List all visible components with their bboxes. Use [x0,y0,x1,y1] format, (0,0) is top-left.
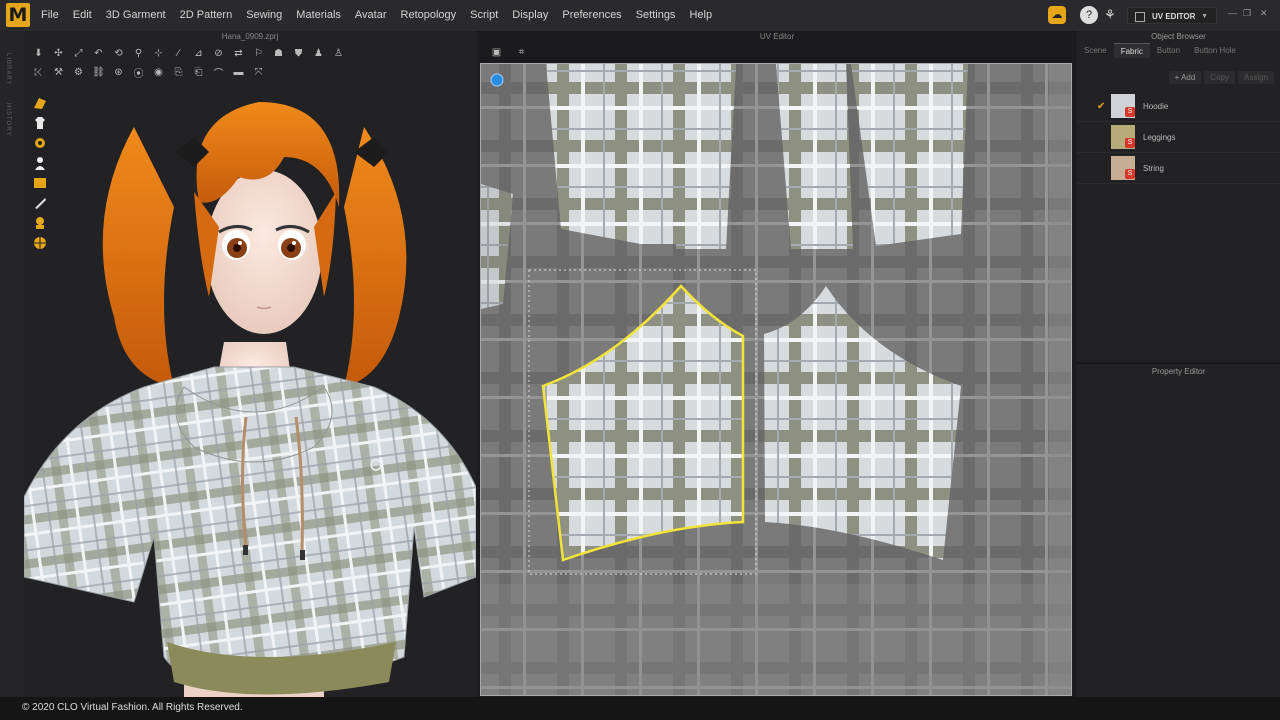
uv-layout[interactable] [481,64,1072,696]
uv-canvas[interactable] [480,63,1072,696]
fabric-actions: + Add Copy Assign [1168,71,1274,84]
list-item[interactable]: S String [1077,153,1280,184]
object-browser-tabs: Scene Fabric Button Button Hole [1077,43,1280,58]
list-item[interactable]: ✔ S Hoodie [1077,91,1280,122]
chevron-down-icon: ▼ [1201,13,1208,20]
fabric-name: Leggings [1143,132,1176,142]
menu-display[interactable]: Display [505,0,555,31]
close-icon[interactable]: ✕ [1260,8,1268,19]
tab-button-hole[interactable]: Button Hole [1187,43,1243,58]
substance-icon: S [1125,107,1135,117]
menu-materials[interactable]: Materials [289,0,348,31]
mode-label: UV EDITOR [1152,12,1196,21]
history-tab[interactable]: HISTORY [5,103,11,136]
uv-status-icon [490,73,504,87]
menu-edit[interactable]: Edit [66,0,99,31]
menu-avatar[interactable]: Avatar [348,0,394,31]
uv-snapshot-icon[interactable]: ⌗ [513,45,530,60]
uv-editor-title: UV Editor [759,32,795,41]
substance-icon: S [1125,169,1135,179]
mode-selector[interactable]: UV EDITOR ▼ [1127,7,1217,24]
object-browser: Object Browser Scene Fabric Button Butto… [1077,31,1280,361]
uv-editor-icon [1135,12,1145,22]
file-title: Hana_0909.zprj [221,32,279,41]
tab-scene[interactable]: Scene [1077,43,1114,58]
add-fabric-button[interactable]: + Add [1168,71,1202,84]
uv-toolbar: ▣ ⌗ [488,45,530,60]
uv-transform-icon[interactable]: ▣ [488,45,505,60]
tab-fabric[interactable]: Fabric [1113,43,1150,58]
cloud-icon[interactable]: ☁ [1048,6,1066,24]
tab-button[interactable]: Button [1150,43,1187,58]
fabric-list: ✔ S Hoodie S Leggings S String [1077,91,1280,184]
side-dock: LIBRARY HISTORY [0,31,25,697]
library-tab[interactable]: LIBRARY [5,53,11,86]
restore-icon[interactable]: ❐ [1243,8,1251,19]
fabric-name: Hoodie [1143,101,1169,111]
fabric-swatch: S [1111,156,1135,180]
avatar-render[interactable] [24,57,476,697]
copyright-text: © 2020 CLO Virtual Fashion. All Rights R… [22,702,243,713]
main-menu: File Edit 3D Garment 2D Pattern Sewing M… [34,0,719,31]
footer: © 2020 CLO Virtual Fashion. All Rights R… [0,697,1280,720]
3d-viewport[interactable]: Hana_0909.zprj ⬇ ✣ ⤢ ↶ ⟲ ⚲ ⊹ ∕ ⊿ ⊘ ⇄ ⚐ ☗… [24,31,476,697]
menu-help[interactable]: Help [682,0,719,31]
hanger-icon[interactable]: ⚘ [1101,6,1119,24]
menu-2d-pattern[interactable]: 2D Pattern [173,0,240,31]
fabric-swatch: S [1111,94,1135,118]
assign-fabric-button[interactable]: Assign [1237,71,1274,84]
help-icon[interactable]: ? [1080,6,1098,24]
menu-3d-garment[interactable]: 3D Garment [99,0,173,31]
fabric-name: String [1143,163,1164,173]
menu-preferences[interactable]: Preferences [555,0,628,31]
fabric-swatch: S [1111,125,1135,149]
menu-settings[interactable]: Settings [629,0,683,31]
minimize-icon[interactable]: — [1228,8,1237,18]
menu-bar: M File Edit 3D Garment 2D Pattern Sewing… [0,0,1280,32]
copy-fabric-button[interactable]: Copy [1204,71,1235,84]
menu-retopology[interactable]: Retopology [394,0,464,31]
checkmark-icon: ✔ [1097,100,1106,112]
menu-file[interactable]: File [34,0,66,31]
object-browser-title: Object Browser [1151,32,1206,41]
menu-script[interactable]: Script [463,0,505,31]
property-editor-title: Property Editor [1151,367,1206,376]
substance-icon: S [1125,138,1135,148]
app-logo[interactable]: M [6,3,30,27]
list-item[interactable]: S Leggings [1077,122,1280,153]
property-editor: Property Editor [1077,363,1280,698]
menu-sewing[interactable]: Sewing [239,0,289,31]
uv-editor-panel: UV Editor ▣ ⌗ [478,31,1076,697]
